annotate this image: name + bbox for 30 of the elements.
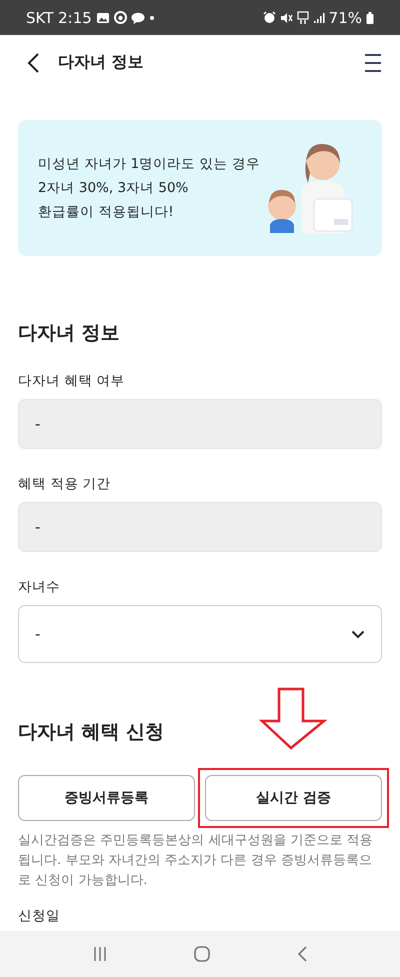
recent-apps-icon[interactable] xyxy=(92,946,108,962)
field-label: 자녀수 xyxy=(18,578,61,596)
section-title: 다자녀 혜택 신청 xyxy=(18,720,166,745)
action-button[interactable]: 증빙서류등록 xyxy=(18,775,195,821)
readonly-field: - xyxy=(18,399,382,449)
chat-bubble-icon xyxy=(130,12,145,24)
banner-text: 환급률이 적용됩니다! xyxy=(38,203,175,221)
alarm-icon xyxy=(262,11,276,24)
menu-icon[interactable] xyxy=(364,52,382,72)
note-text: 실시간검증은 주민등록등본상의 세대구성원을 기준으로 적용됩니다. 부모와 자녀간의 주소지가 다른 경우 증빙서류등록으로 신청이 가능합니다. xyxy=(18,832,374,890)
field-label: 혜택 적용 기간 xyxy=(18,475,112,493)
image-icon xyxy=(96,12,110,24)
signal-icon xyxy=(312,12,325,24)
home-icon[interactable] xyxy=(192,945,211,963)
readonly-field: - xyxy=(18,502,382,552)
section-title: 다자녀 정보 xyxy=(18,321,121,346)
mute-icon xyxy=(280,12,293,24)
battery-percent: 71% xyxy=(328,8,362,26)
battery-icon xyxy=(366,12,374,24)
back-icon[interactable] xyxy=(26,52,40,74)
page-title: 다자녀 정보 xyxy=(58,52,144,73)
action-button[interactable]: 실시간 검증 xyxy=(205,775,382,821)
field-label: 신청일 xyxy=(18,907,61,925)
field-label: 다자녀 혜택 여부 xyxy=(18,372,126,390)
chevron-down-icon xyxy=(351,630,365,638)
carrier-time: SKT 2:15 xyxy=(26,8,92,26)
banner-text: 미성년 자녀가 1명이라도 있는 경우 xyxy=(38,155,261,173)
dot-icon xyxy=(148,14,155,20)
banner-text: 2자녀 30%, 3자녀 50% xyxy=(38,179,190,197)
children-count-dropdown[interactable]: - xyxy=(18,605,382,663)
